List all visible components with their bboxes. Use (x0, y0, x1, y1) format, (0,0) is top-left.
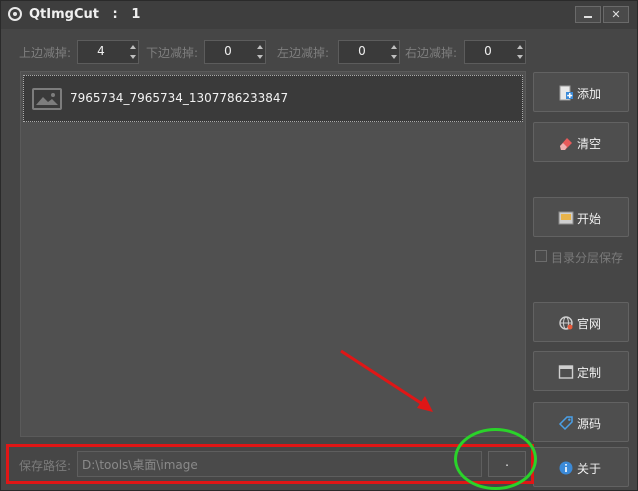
annotation-arrow-icon (340, 349, 433, 412)
website-button[interactable]: 官网 (533, 302, 629, 342)
globe-icon (559, 316, 573, 330)
spin-up-arrow-icon[interactable] (257, 45, 263, 49)
window-title: QtImgCut : 1 (29, 7, 141, 22)
add-button-label: 添加 (577, 87, 602, 101)
app-window: QtImgCut : 1 ✕ 上边减掉: 4 下边减掉: 0 左边减掉: 0 右… (0, 0, 638, 491)
spin-up-arrow-icon[interactable] (517, 45, 523, 49)
spin-up-arrow-icon[interactable] (391, 45, 397, 49)
spin-down-arrow-icon[interactable] (391, 55, 397, 59)
window-icon (558, 365, 574, 379)
add-button[interactable]: 添加 (533, 72, 629, 112)
image-thumbnail-icon (32, 88, 62, 110)
left-margin-label: 左边减掉: (277, 46, 330, 60)
start-button-label: 开始 (577, 212, 602, 226)
minimize-icon (584, 16, 592, 18)
right-margin-spinbox[interactable]: 0 (464, 40, 526, 64)
custom-button-label: 定制 (577, 366, 602, 380)
clear-button[interactable]: 清空 (533, 122, 629, 162)
close-button[interactable]: ✕ (603, 6, 629, 23)
app-logo-icon (8, 7, 22, 21)
left-margin-value: 0 (358, 44, 366, 58)
spin-down-arrow-icon[interactable] (517, 55, 523, 59)
title-bar[interactable]: QtImgCut : 1 ✕ (1, 1, 637, 29)
start-button[interactable]: 开始 (533, 197, 629, 237)
source-code-button[interactable]: 源码 (533, 402, 629, 442)
about-button-label: 关于 (577, 462, 602, 476)
annotation-circle (454, 428, 537, 490)
top-margin-label: 上边减掉: (19, 46, 72, 60)
about-button[interactable]: 关于 (533, 447, 629, 487)
file-name: 7965734_7965734_1307786233847 (70, 91, 289, 105)
add-file-icon (559, 85, 573, 101)
bottom-margin-label: 下边减掉: (146, 46, 199, 60)
clear-button-label: 清空 (577, 137, 602, 151)
top-margin-value: 4 (97, 44, 105, 58)
save-by-directory-checkbox[interactable] (535, 250, 547, 262)
tag-icon (558, 416, 573, 431)
website-button-label: 官网 (577, 317, 602, 331)
list-item[interactable]: 7965734_7965734_1307786233847 (23, 75, 523, 122)
file-list[interactable]: 7965734_7965734_1307786233847 (20, 71, 526, 437)
top-margin-spinbox[interactable]: 4 (77, 40, 139, 64)
right-margin-value: 0 (484, 44, 492, 58)
info-icon (559, 461, 573, 475)
bottom-margin-value: 0 (224, 44, 232, 58)
save-by-directory-label: 目录分层保存 (551, 251, 624, 265)
right-margin-label: 右边减掉: (405, 46, 458, 60)
start-icon (558, 211, 574, 225)
minimize-button[interactable] (575, 6, 601, 23)
spin-down-arrow-icon[interactable] (130, 55, 136, 59)
left-margin-spinbox[interactable]: 0 (338, 40, 400, 64)
spin-up-arrow-icon[interactable] (130, 45, 136, 49)
close-icon: ✕ (611, 8, 621, 21)
bottom-margin-spinbox[interactable]: 0 (204, 40, 266, 64)
spin-down-arrow-icon[interactable] (257, 55, 263, 59)
eraser-icon (560, 138, 572, 150)
source-code-button-label: 源码 (577, 417, 602, 431)
custom-button[interactable]: 定制 (533, 351, 629, 391)
